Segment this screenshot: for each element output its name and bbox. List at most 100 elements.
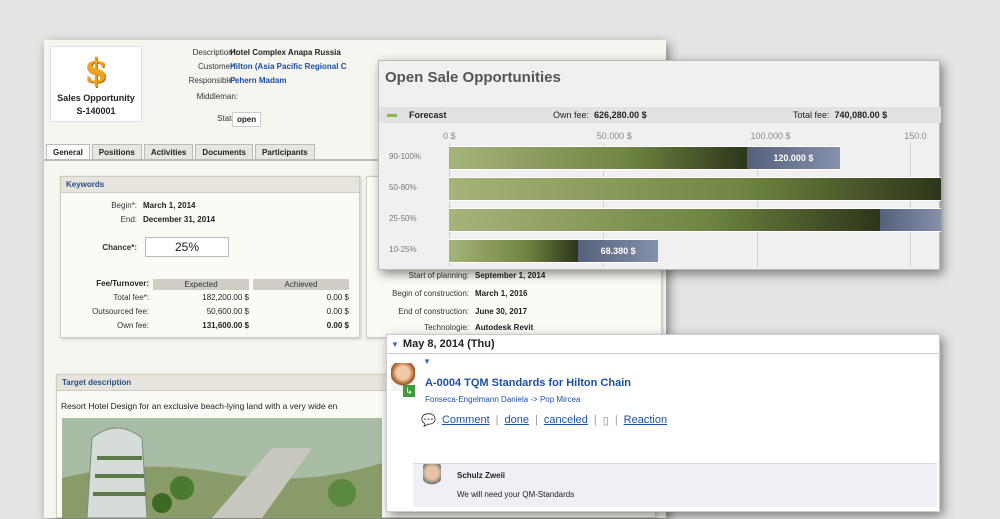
caret-down-icon: ▼ bbox=[423, 357, 431, 366]
hotel-rendering-image bbox=[62, 418, 382, 518]
bar-segment[interactable]: 68.380 $ bbox=[578, 239, 659, 263]
separator: | bbox=[534, 414, 538, 426]
status-label: State: bbox=[217, 114, 238, 123]
customer-label: Customer*: bbox=[197, 62, 238, 71]
triangle-down-icon[interactable]: ▼ bbox=[391, 340, 399, 349]
responsible-link[interactable]: Fehern Madam bbox=[230, 76, 286, 85]
dollar-icon: $ bbox=[84, 51, 108, 91]
bar-segment[interactable] bbox=[449, 146, 748, 170]
tab-positions[interactable]: Positions bbox=[91, 144, 142, 160]
gridline bbox=[910, 143, 912, 267]
chance-field[interactable]: 25% bbox=[145, 237, 229, 257]
fee-row-label: Total fee*: bbox=[113, 293, 149, 302]
fee-row-expected: 182,200.00 $ bbox=[202, 293, 249, 302]
own-fee-value: 626,280.00 $ bbox=[594, 110, 647, 120]
comment-avatar bbox=[423, 464, 441, 486]
own-fee-summary: Own fee: 626,280.00 $ bbox=[553, 110, 647, 120]
separator: | bbox=[614, 414, 618, 426]
hotel-rendering-graphic bbox=[62, 418, 382, 518]
return-arrow-icon: ↳ bbox=[403, 385, 415, 397]
divider bbox=[387, 353, 941, 354]
collapse-icon[interactable] bbox=[387, 114, 397, 117]
total-fee-summary: Total fee: 740,080.00 $ bbox=[793, 110, 887, 120]
x-tick-label: 0 $ bbox=[443, 131, 456, 141]
x-tick-label: 150.0 bbox=[904, 131, 927, 141]
done-link[interactable]: done bbox=[505, 414, 529, 426]
schedule-value: Autodesk Revit bbox=[475, 323, 534, 332]
open-sale-opportunities-panel: Open Sale Opportunities Forecast Own fee… bbox=[378, 60, 941, 270]
expected-column-header: Expected bbox=[153, 279, 249, 290]
customer-link[interactable]: Hilton (Asia Pacific Regional C bbox=[230, 62, 346, 71]
middleman-label: Middleman: bbox=[196, 92, 238, 101]
description-value: Hotel Complex Anapa Russia bbox=[230, 48, 341, 57]
chance-label: Chance*: bbox=[102, 243, 137, 252]
fee-row-achieved: 0.00 $ bbox=[326, 293, 349, 302]
total-fee-label: Total fee: bbox=[793, 110, 830, 120]
opportunity-id: S-140001 bbox=[76, 106, 116, 116]
logo-title: Sales Opportunity bbox=[57, 93, 135, 103]
forecast-label: Forecast bbox=[409, 110, 447, 120]
y-category-label: 10-25% bbox=[389, 245, 417, 254]
begin-label: Begin*: bbox=[111, 201, 137, 210]
plot-area: 120.000 $ 68.380 $ bbox=[449, 143, 941, 267]
separator: | bbox=[593, 414, 597, 426]
responsible-label: Responsible*: bbox=[188, 76, 238, 85]
keywords-title: Keywords bbox=[61, 177, 359, 193]
activity-title-link[interactable]: A-0004 TQM Standards for Hilton Chain bbox=[425, 377, 631, 389]
end-value[interactable]: December 31, 2014 bbox=[143, 215, 215, 224]
tab-bar: General Positions Activities Documents P… bbox=[46, 144, 315, 160]
sales-opportunity-logo: $ Sales Opportunity S-140001 bbox=[50, 46, 142, 122]
document-icon[interactable]: ▯ bbox=[603, 414, 609, 427]
comment-author: Schulz Zweii bbox=[457, 471, 506, 480]
schedule-label: Start of planning: bbox=[408, 271, 469, 280]
keywords-box: Keywords Begin*: March 1, 2014 End: Dece… bbox=[60, 176, 360, 338]
tab-general[interactable]: General bbox=[46, 144, 90, 160]
schedule-value: March 1, 2016 bbox=[475, 289, 528, 298]
y-category-label: 25-50% bbox=[389, 214, 417, 223]
separator: | bbox=[495, 414, 499, 426]
achieved-column-header: Achieved bbox=[253, 279, 349, 290]
activity-panel: ▼ May 8, 2014 (Thu) ▼ ↳ A-0004 TQM Standa… bbox=[386, 334, 941, 512]
activity-date-text: May 8, 2014 (Thu) bbox=[402, 338, 495, 350]
y-category-label: 50-80% bbox=[389, 183, 417, 192]
x-tick-label: 100.000 $ bbox=[750, 131, 791, 141]
tab-participants[interactable]: Participants bbox=[254, 144, 315, 160]
schedule-value: September 1, 2014 bbox=[475, 271, 546, 280]
bar-segment[interactable] bbox=[879, 208, 941, 232]
bar-segment[interactable] bbox=[449, 208, 880, 232]
fee-row-achieved: 0.00 $ bbox=[326, 321, 349, 330]
schedule-label: Begin of construction: bbox=[392, 289, 469, 298]
fee-row-label: Own fee: bbox=[116, 321, 149, 330]
reaction-link[interactable]: Reaction bbox=[624, 414, 667, 426]
activity-actions: 💬 Comment | done | canceled | ▯ | Reacti… bbox=[421, 413, 667, 427]
y-category-label: 90-100% bbox=[389, 152, 422, 161]
comment-link[interactable]: Comment bbox=[442, 414, 490, 426]
schedule-label: Technologie: bbox=[424, 323, 469, 332]
forecast-bar: Forecast Own fee: 626,280.00 $ Total fee… bbox=[379, 107, 941, 123]
tab-activities[interactable]: Activities bbox=[143, 144, 194, 160]
schedule-value: June 30, 2017 bbox=[475, 307, 528, 316]
bar-segment[interactable]: 120.000 $ bbox=[747, 146, 840, 170]
x-tick-label: 50.000 $ bbox=[596, 131, 632, 141]
fee-row-label: Outsourced fee: bbox=[92, 307, 149, 316]
fee-turnover-label: Fee/Turnover: bbox=[96, 279, 149, 288]
target-description-text: Resort Hotel Design for an exclusive bea… bbox=[61, 401, 338, 411]
comment-text: We will need your QM-Standards bbox=[457, 490, 575, 499]
bar-segment[interactable] bbox=[449, 177, 941, 201]
comment-entry: Schulz Zweii We will need your QM-Standa… bbox=[413, 463, 937, 507]
activity-participants-link[interactable]: Fonseca-Engelmann Daniela -> Pop Mircea bbox=[425, 395, 580, 404]
fee-row-expected: 131,600.00 $ bbox=[202, 321, 249, 330]
begin-value[interactable]: March 1, 2014 bbox=[143, 201, 195, 210]
fee-row-expected: 50,600.00 $ bbox=[206, 307, 249, 316]
end-label: End: bbox=[120, 215, 137, 224]
schedule-label: End of construction: bbox=[398, 307, 469, 316]
chart-title: Open Sale Opportunities bbox=[385, 69, 561, 86]
bar-segment[interactable] bbox=[449, 239, 579, 263]
tab-documents[interactable]: Documents bbox=[195, 144, 253, 160]
comment-bubble-icon[interactable]: 💬 bbox=[421, 413, 436, 427]
status-badge: open bbox=[232, 112, 262, 127]
total-fee-value: 740,080.00 $ bbox=[834, 110, 888, 120]
canceled-link[interactable]: canceled bbox=[544, 414, 588, 426]
own-fee-label: Own fee: bbox=[553, 110, 590, 120]
description-label: Description*: bbox=[192, 48, 238, 57]
